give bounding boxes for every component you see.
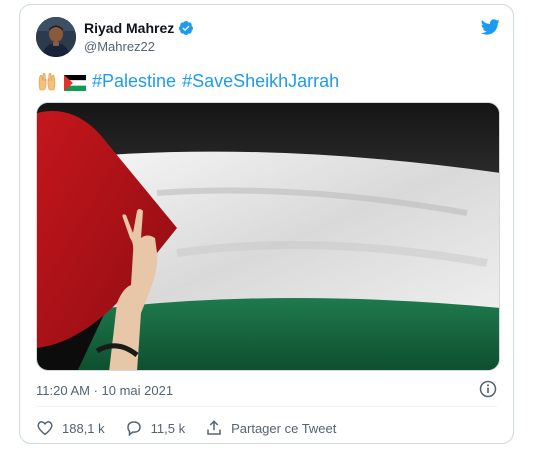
raising-hands-emoji — [36, 70, 58, 92]
heart-icon — [37, 421, 53, 436]
tweet-card[interactable]: Riyad Mahrez @Mahrez22 #Palestine #SaveS… — [19, 4, 514, 444]
like-count: 188,1 k — [62, 420, 105, 436]
hashtag-savesheikhjarrah[interactable]: #SaveSheikhJarrah — [182, 69, 339, 93]
share-button[interactable]: Partager ce Tweet — [205, 419, 336, 437]
tweet-timestamp[interactable]: 11:20 AM · 10 mai 2021 — [36, 383, 173, 398]
hashtag-palestine[interactable]: #Palestine — [92, 69, 176, 93]
author-block[interactable]: Riyad Mahrez @Mahrez22 — [84, 19, 194, 54]
tweet-image[interactable] — [36, 102, 500, 371]
verified-badge-icon — [178, 20, 194, 36]
action-bar: 188,1 k 11,5 k Partager ce Tweet — [36, 419, 356, 437]
palestine-flag-emoji — [63, 73, 87, 91]
share-label: Partager ce Tweet — [231, 420, 337, 436]
divider — [36, 406, 497, 407]
tweet-text: #Palestine #SaveSheikhJarrah — [36, 69, 339, 93]
share-icon — [207, 420, 221, 435]
palestine-flag-photo — [37, 103, 499, 370]
like-button[interactable]: 188,1 k — [36, 419, 105, 437]
speech-bubble-icon — [126, 421, 141, 437]
avatar-image — [36, 17, 76, 57]
twitter-bird-icon[interactable] — [479, 17, 501, 37]
avatar[interactable] — [36, 17, 76, 57]
author-name[interactable]: Riyad Mahrez — [84, 20, 174, 36]
reply-count: 11,5 k — [150, 420, 186, 436]
info-icon[interactable] — [479, 380, 497, 398]
author-handle[interactable]: @Mahrez22 — [84, 39, 194, 54]
reply-button[interactable]: 11,5 k — [125, 419, 185, 437]
